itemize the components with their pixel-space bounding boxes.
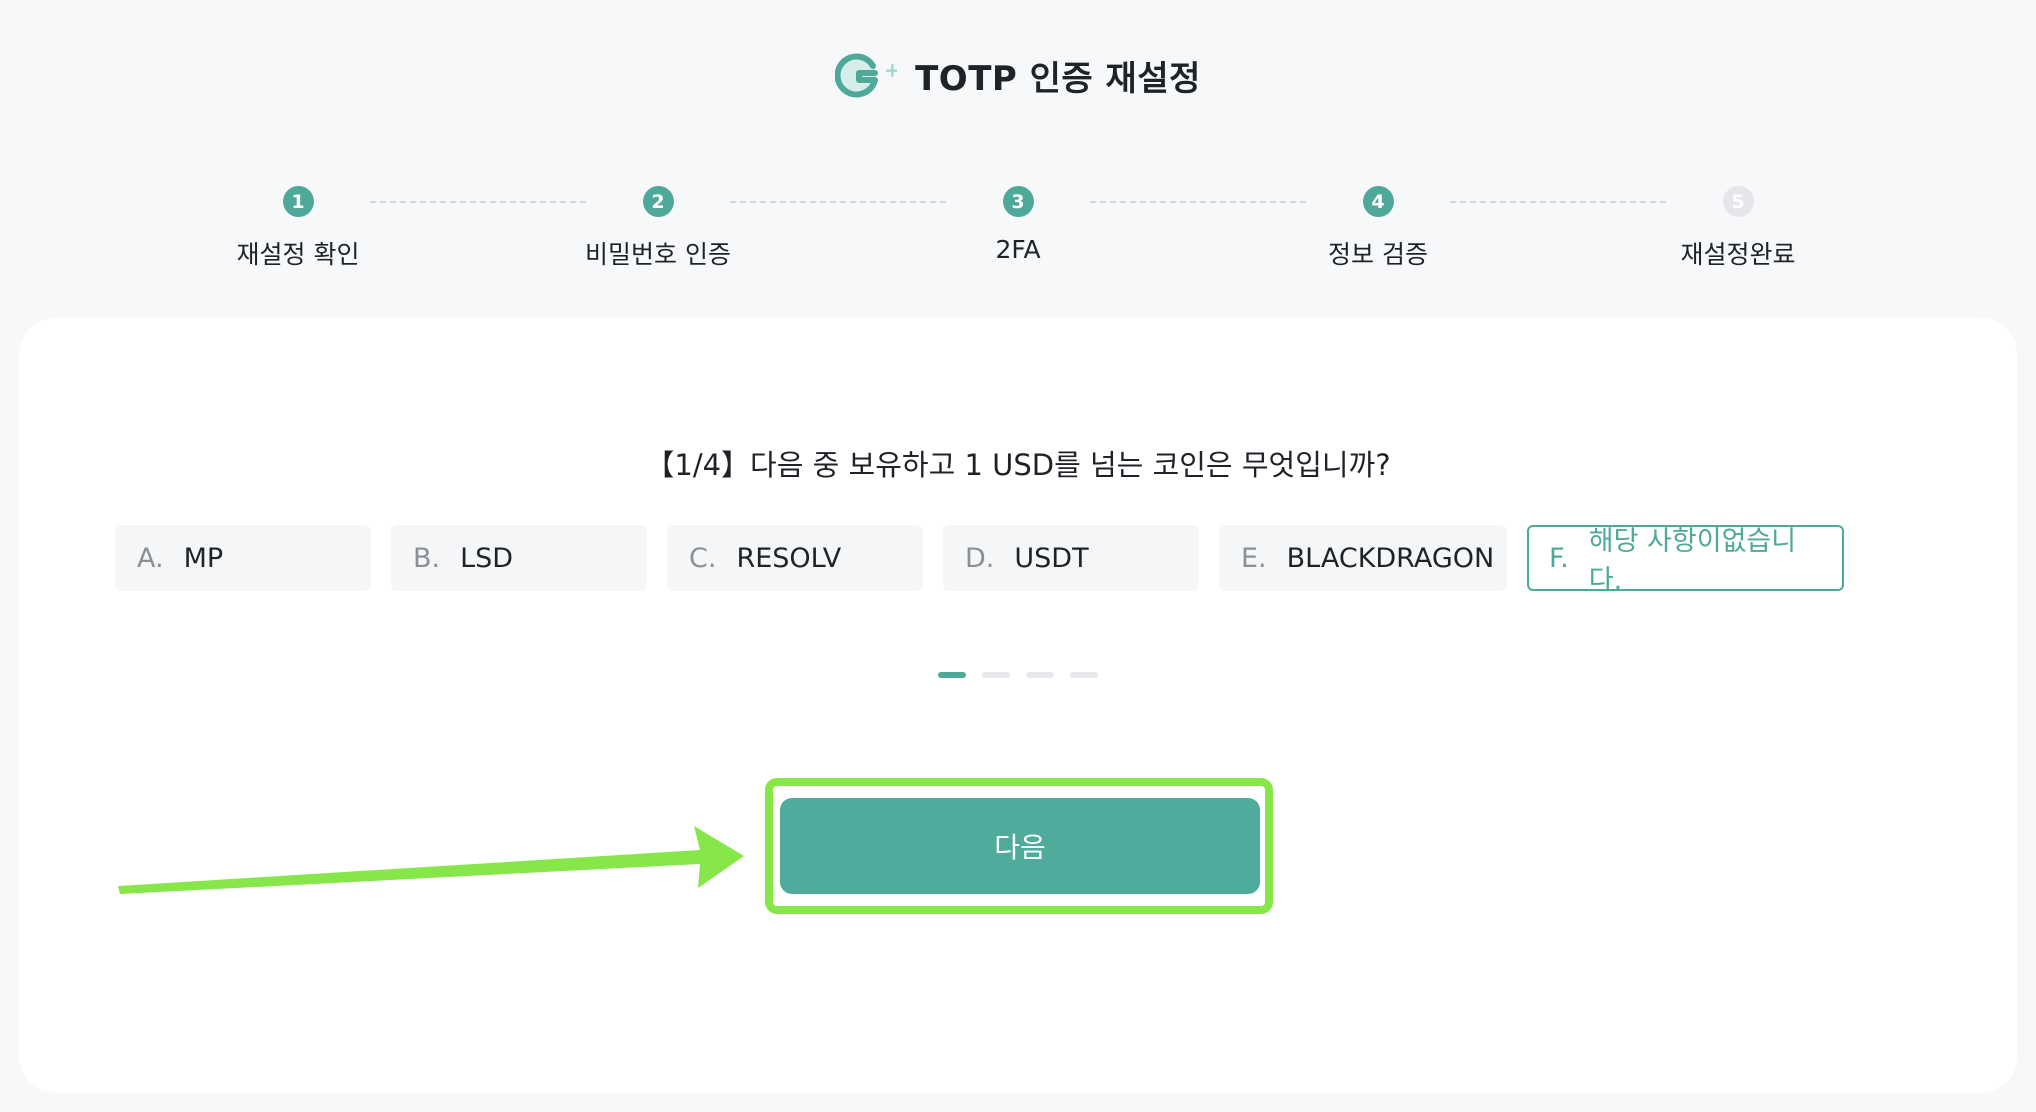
next-button-highlight: 다음 bbox=[765, 778, 1273, 914]
page: + TOTP 인증 재설정 1 재설정 확인 2 비밀번호 인증 3 2FA 4… bbox=[0, 0, 2036, 1112]
pager-dot-3 bbox=[1026, 672, 1054, 678]
step-1: 1 재설정 확인 bbox=[178, 186, 418, 271]
step-number: 1 bbox=[282, 186, 314, 217]
option-text: RESOLV bbox=[736, 542, 842, 574]
option-b[interactable]: B. LSD bbox=[391, 525, 647, 591]
option-c[interactable]: C. RESOLV bbox=[667, 525, 923, 591]
step-label: 비밀번호 인증 bbox=[585, 240, 731, 269]
stepper: 1 재설정 확인 2 비밀번호 인증 3 2FA 4 정보 검증 5 재설정완료 bbox=[0, 186, 2036, 286]
step-number: 4 bbox=[1362, 186, 1394, 217]
option-d[interactable]: D. USDT bbox=[943, 525, 1199, 591]
step-5: 5 재설정완료 bbox=[1618, 186, 1858, 271]
step-label: 정보 검증 bbox=[1328, 240, 1428, 269]
step-2: 2 비밀번호 인증 bbox=[538, 186, 778, 271]
step-number: 2 bbox=[642, 186, 674, 217]
header: + TOTP 인증 재설정 bbox=[0, 50, 2036, 100]
option-text: USDT bbox=[1014, 542, 1089, 574]
option-letter: C. bbox=[689, 542, 717, 574]
option-e[interactable]: E. BLACKDRAGON bbox=[1219, 525, 1507, 591]
option-text: LSD bbox=[460, 542, 514, 574]
next-button[interactable]: 다음 bbox=[780, 798, 1260, 894]
step-label: 재설정완료 bbox=[1680, 240, 1796, 269]
option-letter: F. bbox=[1549, 542, 1569, 574]
step-label: 재설정 확인 bbox=[236, 240, 360, 269]
option-text: 해당 사항이없습니다. bbox=[1588, 526, 1797, 596]
step-number: 3 bbox=[1002, 186, 1034, 217]
page-title: TOTP 인증 재설정 bbox=[915, 58, 1201, 99]
step-3: 3 2FA bbox=[898, 186, 1138, 264]
option-letter: E. bbox=[1241, 542, 1267, 574]
pager-dot-2 bbox=[982, 672, 1010, 678]
pager-dot-4 bbox=[1070, 672, 1098, 678]
option-text: BLACKDRAGON bbox=[1286, 542, 1495, 574]
answer-options: A. MP B. LSD C. RESOLV D. USDT E. BLACKD… bbox=[115, 525, 1844, 596]
option-a[interactable]: A. MP bbox=[115, 525, 371, 591]
option-letter: B. bbox=[413, 542, 441, 574]
pager-dot-1 bbox=[938, 672, 966, 678]
step-number: 5 bbox=[1722, 186, 1754, 217]
step-4: 4 정보 검증 bbox=[1258, 186, 1498, 271]
question-text: 【1/4】다음 중 보유하고 1 USD를 넘는 코인은 무엇입니까? bbox=[645, 448, 1391, 482]
question-pager bbox=[938, 672, 1098, 678]
g-plus-logo-icon: + bbox=[835, 53, 897, 98]
option-text: MP bbox=[183, 542, 224, 574]
step-label: 2FA bbox=[995, 235, 1041, 264]
option-letter: D. bbox=[965, 542, 995, 574]
option-letter: A. bbox=[137, 542, 164, 574]
logo-plus: + bbox=[884, 58, 897, 82]
option-f[interactable]: F. 해당 사항이없습니다. bbox=[1527, 525, 1844, 596]
question-card: 【1/4】다음 중 보유하고 1 USD를 넘는 코인은 무엇입니까? A. M… bbox=[19, 318, 2017, 1093]
